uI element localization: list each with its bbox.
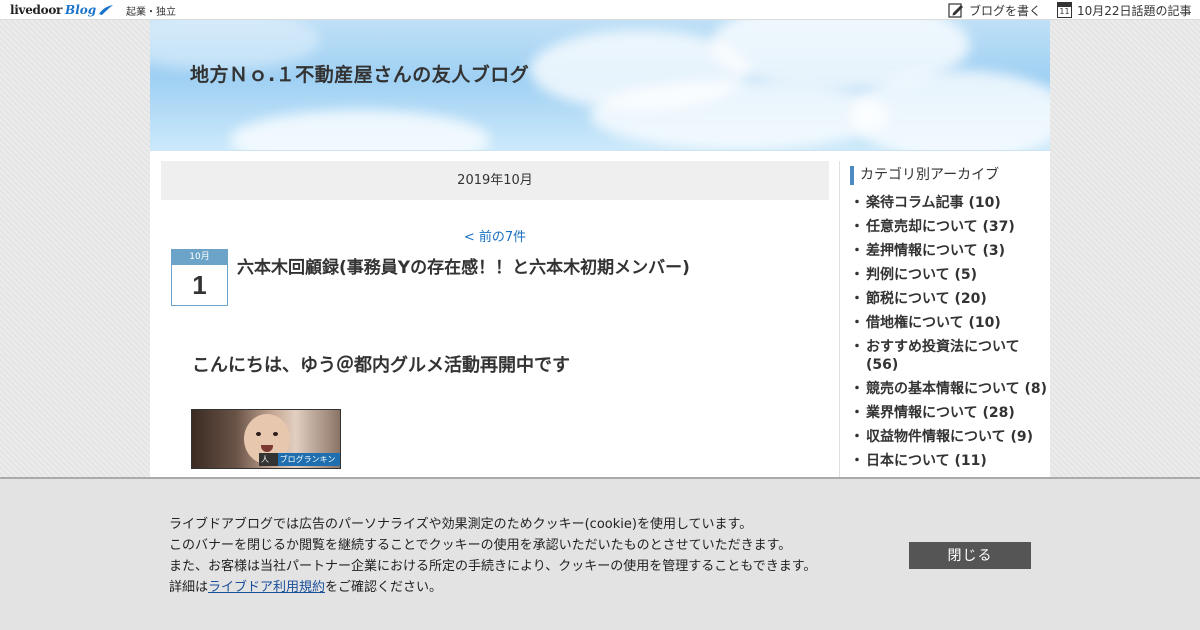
article-greeting: こんにちは、ゆう＠都内グルメ活動再開中です bbox=[192, 355, 570, 376]
post-date-badge: 10月 1 bbox=[171, 249, 228, 306]
archive-month-heading: 2019年10月 bbox=[161, 161, 829, 200]
blog-header: 地方Ｎｏ.１不動産屋さんの友人ブログ bbox=[150, 20, 1050, 151]
category-item[interactable]: 差押情報について (3) bbox=[850, 242, 1048, 260]
blog-ranking-banner[interactable]: 人気 ブログランキング bbox=[191, 409, 341, 469]
cookie-line-4-suffix: をご確認ください。 bbox=[325, 580, 443, 595]
cookie-consent-text: ライブドアブログでは広告のパーソナライズや効果測定のためクッキー(cookie)… bbox=[169, 514, 889, 598]
cookie-line-4-prefix: 詳細は bbox=[169, 580, 209, 595]
category-item[interactable]: 競売の基本情報について (8) bbox=[850, 380, 1048, 398]
write-blog-label: ブログを書く bbox=[969, 3, 1042, 18]
category-item[interactable]: 判例について (5) bbox=[850, 266, 1048, 284]
top-bar: livedoor Blog 起業・独立 ブログを書く 11 10月22日話題の記… bbox=[0, 0, 1200, 20]
category-item[interactable]: 任意売却について (37) bbox=[850, 218, 1048, 236]
category-item[interactable]: 借地権について (10) bbox=[850, 314, 1048, 332]
calendar-icon-day: 11 bbox=[1059, 7, 1070, 16]
category-item[interactable]: 楽待コラム記事 (10) bbox=[850, 194, 1048, 212]
category-archive-heading: カテゴリ別アーカイブ bbox=[850, 166, 1050, 185]
edit-pencil-icon bbox=[948, 3, 963, 18]
trending-articles-link[interactable]: 11 10月22日話題の記事 bbox=[1057, 1, 1192, 19]
logo-livedoor-text: livedoor bbox=[10, 3, 63, 17]
category-item[interactable]: 収益物件情報について (9) bbox=[850, 428, 1048, 446]
category-item[interactable]: 業界情報について (28) bbox=[850, 404, 1048, 422]
category-item[interactable]: 日本について (11) bbox=[850, 452, 1048, 470]
category-tagline[interactable]: 起業・独立 bbox=[126, 3, 176, 18]
post-date-day: 1 bbox=[192, 270, 207, 300]
cookie-close-button[interactable]: 閉じる bbox=[909, 542, 1031, 569]
terms-of-use-link[interactable]: ライブドア利用規約 bbox=[208, 580, 325, 595]
cookie-line-4: 詳細はライブドア利用規約をご確認ください。 bbox=[169, 577, 889, 598]
cookie-line-3: また、お客様は当社パートナー企業における所定の手続きにより、クッキーの使用を管理… bbox=[169, 559, 817, 574]
ranking-banner-label: 人気 ブログランキング bbox=[259, 453, 340, 466]
trending-articles-label: 10月22日話題の記事 bbox=[1077, 3, 1192, 18]
write-blog-link[interactable]: ブログを書く bbox=[948, 1, 1041, 19]
main-column: 2019年10月 < 前の7件 10月 1 六本木回顧録(事務員Yの存在感！！と… bbox=[161, 161, 829, 469]
calendar-icon: 11 bbox=[1057, 2, 1072, 18]
post-date-month: 10月 bbox=[172, 250, 227, 265]
cookie-line-2: このバナーを閉じるか閲覧を継続することでクッキーの使用を承認いただいたものとさせ… bbox=[169, 538, 792, 553]
livedoor-blog-logo[interactable]: livedoor Blog bbox=[10, 1, 114, 19]
category-item[interactable]: 節税について (20) bbox=[850, 290, 1048, 308]
cookie-line-1: ライブドアブログでは広告のパーソナライズや効果測定のためクッキー(cookie)… bbox=[169, 517, 753, 532]
ranking-label-text: ブログランキング bbox=[277, 453, 340, 466]
category-list: 楽待コラム記事 (10) 任意売却について (37) 差押情報について (3) … bbox=[850, 194, 1050, 470]
bird-swoosh-icon bbox=[99, 5, 114, 15]
previous-posts-link[interactable]: < 前の7件 bbox=[161, 226, 829, 245]
cookie-consent-banner: ライブドアブログでは広告のパーソナライズや効果測定のためクッキー(cookie)… bbox=[0, 477, 1200, 630]
category-item[interactable]: おすすめ投資法について (56) bbox=[850, 338, 1048, 374]
article-title[interactable]: 六本木回顧録(事務員Yの存在感！！と六本木初期メンバー) bbox=[237, 253, 827, 278]
ranking-label-popular: 人気 bbox=[259, 453, 278, 466]
blog-title[interactable]: 地方Ｎｏ.１不動産屋さんの友人ブログ bbox=[190, 60, 529, 87]
logo-blog-text: Blog bbox=[65, 3, 97, 17]
